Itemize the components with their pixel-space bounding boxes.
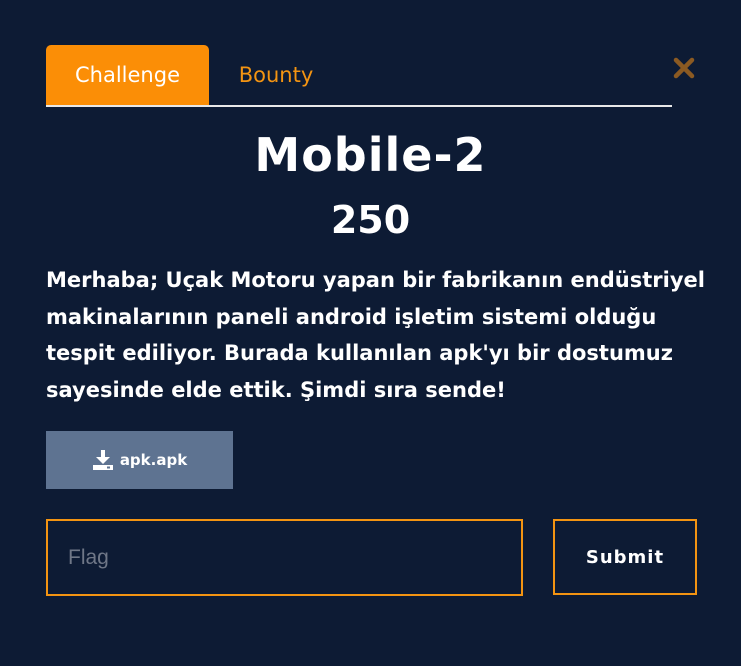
flag-input[interactable] [46, 519, 523, 596]
submit-button[interactable]: Submit [553, 519, 697, 595]
tab-bar: Challenge Bounty [46, 45, 672, 107]
download-attachment-button[interactable]: apk.apk [46, 431, 233, 489]
tab-challenge[interactable]: Challenge [46, 45, 209, 105]
close-icon[interactable] [672, 56, 696, 80]
tab-bounty[interactable]: Bounty [209, 45, 343, 105]
challenge-points: 250 [330, 198, 411, 242]
download-icon [92, 449, 114, 471]
challenge-title: Mobile-2 [254, 128, 487, 182]
download-label: apk.apk [119, 451, 188, 469]
challenge-description: Merhaba; Uçak Motoru yapan bir fabrikanı… [46, 268, 705, 402]
